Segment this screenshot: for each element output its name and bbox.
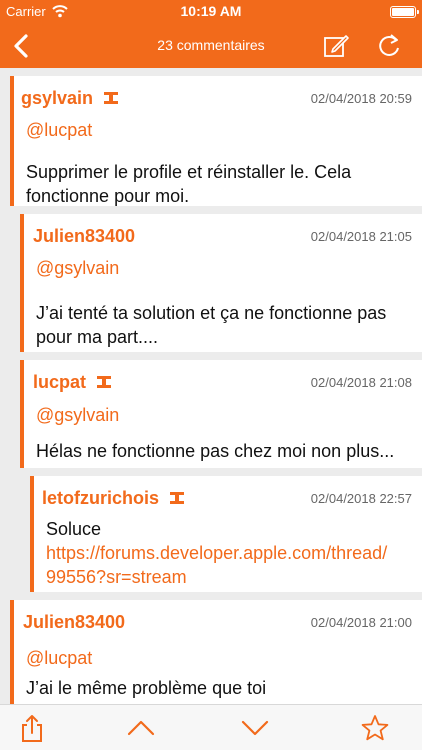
- comment-date: 02/04/2018 21:05: [310, 229, 412, 244]
- comment-mention[interactable]: @lucpat: [26, 120, 92, 141]
- compose-icon[interactable]: [322, 32, 350, 60]
- comment-card[interactable]: lucpat 02/04/2018 21:08 @gsylvain Hélas …: [20, 360, 422, 468]
- refresh-icon[interactable]: [376, 32, 402, 60]
- comment-mention[interactable]: @gsylvain: [36, 258, 119, 279]
- comment-author[interactable]: Julien83400: [23, 612, 125, 633]
- share-icon[interactable]: [17, 713, 47, 743]
- comment-date: 02/04/2018 20:59: [310, 91, 412, 106]
- bottom-toolbar: [0, 704, 422, 750]
- comment-author[interactable]: lucpat: [33, 372, 86, 392]
- comment-author[interactable]: Julien83400: [33, 226, 135, 247]
- comment-author[interactable]: gsylvain: [21, 88, 93, 108]
- comment-body: J’ai le même problème que toi: [26, 676, 410, 700]
- comment-body-line: J’ai le même problème que toi: [26, 678, 267, 698]
- comment-date: 02/04/2018 21:08: [310, 375, 412, 390]
- comment-mention[interactable]: @gsylvain: [36, 405, 119, 426]
- status-bar: Carrier 10:19 AM: [0, 0, 422, 24]
- comment-card[interactable]: Julien83400 02/04/2018 21:00 @lucpat J’a…: [10, 600, 422, 704]
- comment-list[interactable]: gsylvain 02/04/2018 20:59 @lucpat Suppri…: [0, 68, 422, 704]
- star-icon[interactable]: [360, 713, 390, 743]
- comment-body: Soluce https://forums.developer.apple.co…: [46, 517, 410, 589]
- comment-card[interactable]: Julien83400 02/04/2018 21:05 @gsylvain J…: [20, 214, 422, 352]
- status-time: 10:19 AM: [180, 3, 242, 19]
- comment-mention[interactable]: @lucpat: [26, 648, 92, 669]
- comment-body-line: fonctionne pour moi.: [26, 186, 190, 206]
- moderator-badge-icon: [97, 376, 112, 388]
- page-title: 23 commentaires: [157, 37, 265, 53]
- comment-card[interactable]: letofzurichois 02/04/2018 22:57 Soluce h…: [30, 476, 422, 592]
- moderator-badge-icon: [170, 492, 185, 504]
- comment-card[interactable]: gsylvain 02/04/2018 20:59 @lucpat Suppri…: [10, 76, 422, 206]
- comment-body: Supprimer le profile et réinstaller le. …: [26, 160, 410, 208]
- comment-date: 02/04/2018 22:57: [310, 491, 412, 506]
- comment-body-line: J’ai tenté ta solution et ça ne fonction…: [36, 303, 387, 323]
- comment-body-line: pour ma part....: [36, 327, 159, 347]
- comment-author[interactable]: letofzurichois: [42, 488, 159, 508]
- battery-icon: [390, 6, 419, 18]
- chevron-up-icon[interactable]: [126, 713, 156, 743]
- comment-body-line: Supprimer le profile et réinstaller le. …: [26, 162, 352, 182]
- comment-body: J’ai tenté ta solution et ça ne fonction…: [36, 301, 410, 349]
- nav-bar: 23 commentaires: [0, 24, 422, 68]
- comment-body: Hélas ne fonctionne pas chez moi non plu…: [36, 439, 410, 463]
- comment-link[interactable]: 99556?sr=stream: [46, 565, 410, 589]
- chevron-down-icon[interactable]: [240, 713, 270, 743]
- comment-date: 02/04/2018 21:00: [310, 615, 412, 630]
- moderator-badge-icon: [104, 92, 119, 104]
- comment-body-line: Hélas ne fonctionne pas chez moi non plu…: [36, 441, 395, 461]
- comment-body-line: Soluce: [46, 519, 102, 539]
- comment-link[interactable]: https://forums.developer.apple.com/threa…: [46, 541, 410, 565]
